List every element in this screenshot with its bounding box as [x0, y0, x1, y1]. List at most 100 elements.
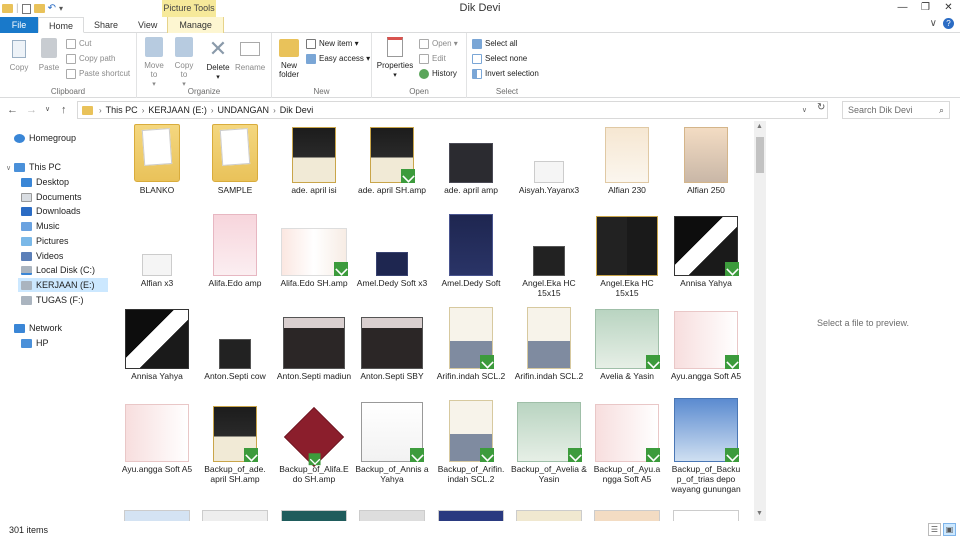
- file-item[interactable]: Backup_of_Ayu.a ngga Soft A5: [588, 400, 666, 493]
- nav-tugas-f[interactable]: TUGAS (F:): [21, 293, 84, 307]
- file-item[interactable]: Arifin.indah SCL.2: [432, 307, 510, 400]
- select-all-button[interactable]: Select all: [472, 37, 517, 50]
- tab-home[interactable]: Home: [38, 17, 85, 33]
- folder-item[interactable]: BLANKO: [118, 121, 196, 214]
- image-thumbnail[interactable]: [281, 510, 347, 521]
- file-item[interactable]: Backup_of_ade. april SH.amp: [196, 400, 274, 493]
- tab-manage[interactable]: Manage: [167, 17, 224, 33]
- select-none-button[interactable]: Select none: [472, 52, 527, 65]
- file-item[interactable]: Alifa.Edo SH.amp: [275, 214, 353, 307]
- file-item[interactable]: Ayu.angga Soft A5: [118, 400, 196, 493]
- edit-button[interactable]: Edit: [419, 52, 446, 65]
- scroll-up-icon[interactable]: ▲: [756, 123, 763, 130]
- tab-share[interactable]: Share: [84, 17, 128, 33]
- nav-downloads[interactable]: Downloads: [21, 204, 81, 218]
- help-icon[interactable]: ?: [943, 18, 954, 29]
- delete-button[interactable]: ✕ Delete ▾: [205, 37, 231, 82]
- image-thumbnail[interactable]: [594, 510, 660, 521]
- image-thumbnail[interactable]: [124, 510, 190, 521]
- breadcrumb-undangan[interactable]: UNDANGAN: [218, 105, 270, 115]
- breadcrumb-dik-devi[interactable]: Dik Devi: [280, 105, 314, 115]
- paste-button[interactable]: Paste: [36, 37, 62, 72]
- nav-music[interactable]: Music: [21, 219, 60, 233]
- tab-file[interactable]: File: [0, 17, 38, 33]
- breadcrumb-kerjaan[interactable]: KERJAAN (E:): [148, 105, 207, 115]
- minimize-icon[interactable]: —: [891, 0, 914, 17]
- file-item[interactable]: Angel.Eka HC 15x15: [588, 214, 666, 307]
- vertical-scrollbar[interactable]: ▲ ▼: [754, 121, 766, 521]
- scroll-down-icon[interactable]: ▼: [756, 510, 763, 517]
- scrollbar-thumb[interactable]: [756, 137, 764, 173]
- folder-item[interactable]: SAMPLE: [196, 121, 274, 214]
- copy-to-button[interactable]: Copy to ▾: [173, 37, 195, 89]
- file-item[interactable]: Angel.Eka HC 15x15: [510, 214, 588, 307]
- nav-desktop[interactable]: Desktop: [21, 175, 69, 189]
- new-item-button[interactable]: New item ▾: [306, 37, 359, 50]
- new-folder-button[interactable]: New folder: [276, 37, 302, 79]
- image-thumbnail[interactable]: [359, 510, 425, 521]
- recent-locations-icon[interactable]: ∨: [45, 103, 50, 117]
- up-icon[interactable]: ↑: [61, 103, 67, 117]
- paste-shortcut-button[interactable]: Paste shortcut: [66, 67, 130, 80]
- chevron-right-icon[interactable]: ›: [273, 106, 276, 115]
- nav-hp[interactable]: HP: [21, 336, 49, 350]
- file-item[interactable]: Anton.Septi madiun: [275, 307, 353, 400]
- file-item[interactable]: Alfian 250: [667, 121, 745, 214]
- invert-selection-button[interactable]: Invert selection: [472, 67, 539, 80]
- breadcrumb-this-pc[interactable]: This PC: [106, 105, 138, 115]
- properties-button[interactable]: Properties ▾: [375, 37, 415, 80]
- image-thumbnail[interactable]: [673, 510, 739, 521]
- back-icon[interactable]: ←: [7, 103, 18, 117]
- tab-view[interactable]: View: [128, 17, 167, 33]
- file-item[interactable]: Ayu.angga Soft A5: [667, 307, 745, 400]
- file-item[interactable]: Backup_of_Avelia & Yasin: [510, 400, 588, 493]
- details-view-icon[interactable]: ☰: [928, 523, 941, 536]
- cut-button[interactable]: Cut: [66, 37, 91, 50]
- file-item[interactable]: Alfian 230: [588, 121, 666, 214]
- image-thumbnail[interactable]: [516, 510, 582, 521]
- history-button[interactable]: History: [419, 67, 457, 80]
- rename-button[interactable]: Rename: [235, 37, 265, 72]
- open-button[interactable]: Open ▾: [419, 37, 458, 50]
- nav-this-pc[interactable]: This PC: [14, 160, 61, 174]
- file-item[interactable]: Backup_of_Annis a Yahya: [353, 400, 431, 493]
- file-item[interactable]: Amel.Dedy Soft x3: [353, 214, 431, 307]
- file-item[interactable]: Backup_of_Alifa.E do SH.amp: [275, 400, 353, 493]
- search-input[interactable]: Search Dik Devi ⌕: [842, 101, 950, 119]
- image-thumbnail[interactable]: [202, 510, 268, 521]
- address-dropdown-icon[interactable]: ∨: [802, 106, 807, 114]
- file-item[interactable]: Avelia & Yasin: [588, 307, 666, 400]
- expand-ribbon-icon[interactable]: ∨: [930, 18, 937, 29]
- nav-network[interactable]: Network: [14, 321, 62, 335]
- image-thumbnail[interactable]: [438, 510, 504, 521]
- file-item[interactable]: Backup_of_Backu p_of_trias depo wayang g…: [667, 398, 745, 494]
- file-item[interactable]: Backup_of_Arifin. indah SCL.2: [432, 400, 510, 493]
- nav-documents[interactable]: Documents: [21, 190, 82, 204]
- move-to-button[interactable]: Move to ▾: [143, 37, 165, 89]
- address-bar[interactable]: › This PC › KERJAAN (E:) › UNDANGAN › Di…: [77, 101, 828, 119]
- nav-pictures[interactable]: Pictures: [21, 234, 69, 248]
- large-icons-view-icon[interactable]: ▣: [943, 523, 956, 536]
- file-item[interactable]: ade. april isi: [275, 121, 353, 214]
- nav-videos[interactable]: Videos: [21, 249, 63, 263]
- maximize-icon[interactable]: ❐: [914, 0, 937, 17]
- file-item[interactable]: Amel.Dedy Soft: [432, 214, 510, 307]
- easy-access-button[interactable]: Easy access ▾: [306, 52, 370, 65]
- chevron-right-icon[interactable]: ›: [211, 106, 214, 115]
- refresh-icon[interactable]: ↻: [817, 102, 825, 113]
- nav-kerjaan-e[interactable]: KERJAAN (E:): [18, 278, 108, 292]
- file-item[interactable]: Alfian x3: [118, 214, 196, 307]
- chevron-right-icon[interactable]: ›: [99, 106, 102, 115]
- file-item[interactable]: Annisa Yahya: [118, 307, 196, 400]
- file-item[interactable]: Alifa.Edo amp: [196, 214, 274, 307]
- file-item[interactable]: Aisyah.Yayanx3: [510, 121, 588, 214]
- copy-button[interactable]: Copy: [6, 37, 32, 72]
- close-icon[interactable]: ✕: [937, 0, 960, 17]
- forward-icon[interactable]: →: [26, 103, 37, 117]
- nav-local-disk-c[interactable]: Local Disk (C:): [21, 263, 95, 277]
- file-item[interactable]: Arifin.indah SCL.2: [510, 307, 588, 400]
- nav-homegroup[interactable]: Homegroup: [14, 131, 76, 145]
- file-item[interactable]: Annisa Yahya: [667, 214, 745, 307]
- collapse-icon[interactable]: ∨: [6, 164, 11, 172]
- copy-path-button[interactable]: Copy path: [66, 52, 115, 65]
